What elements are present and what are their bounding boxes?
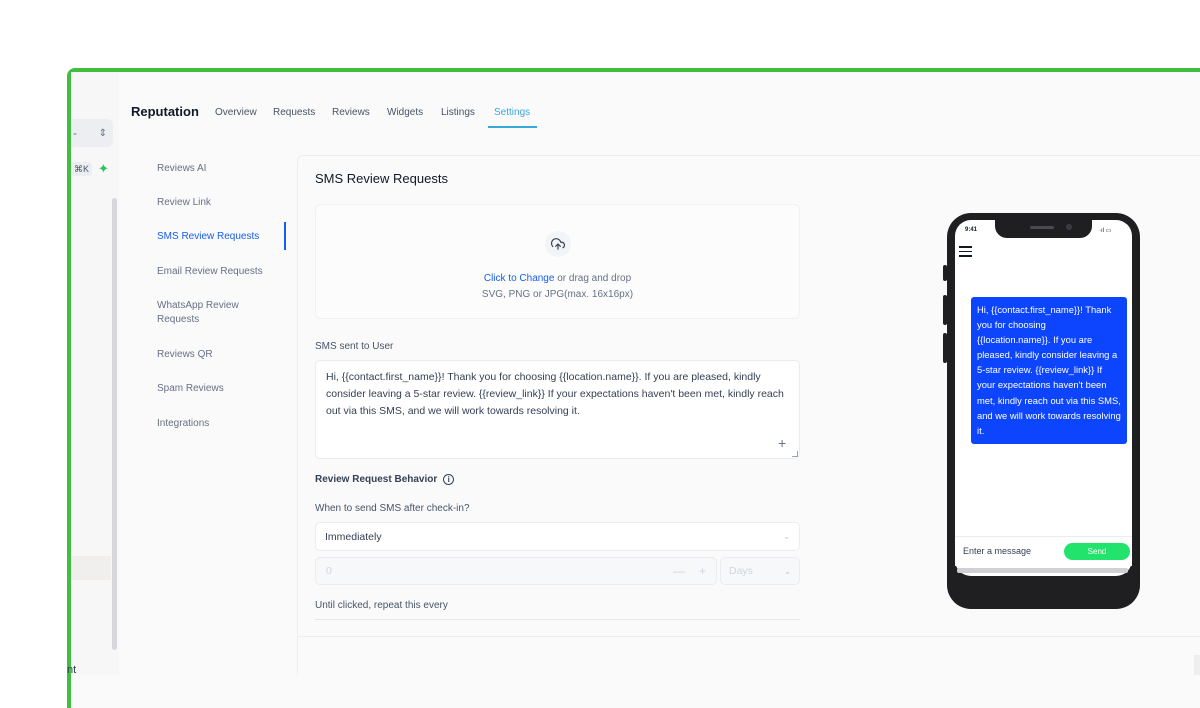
left-strip-scrollbar[interactable]: [112, 198, 117, 650]
increment-icon[interactable]: +: [699, 564, 706, 578]
review-behavior-heading: Review Request Behavior i: [315, 474, 455, 485]
tab-reviews[interactable]: Reviews: [332, 107, 370, 118]
left-strip-highlight: [71, 556, 111, 580]
sparkle-icon[interactable]: ✦: [98, 161, 109, 177]
send-button: Send: [1064, 543, 1130, 560]
add-variable-button[interactable]: +: [778, 435, 786, 451]
menu-icon: [959, 246, 972, 260]
phone-side-button: [943, 333, 947, 363]
repeat-label: Until clicked, repeat this every: [315, 600, 448, 611]
phone-scrollbar: [957, 568, 1128, 573]
review-behavior-heading-text: Review Request Behavior: [315, 474, 438, 485]
message-input-placeholder: Enter a message: [963, 546, 1032, 556]
sms-field-label: SMS sent to User: [315, 341, 394, 352]
phone-speaker: [1030, 226, 1054, 229]
upload-instructions: Click to Change or drag and drop: [315, 273, 800, 284]
tab-settings[interactable]: Settings: [494, 107, 530, 118]
tab-listings[interactable]: Listings: [441, 107, 475, 118]
delay-number-input[interactable]: 0 — +: [315, 557, 717, 585]
sidebar-item-reviews-ai[interactable]: Reviews AI: [157, 162, 277, 176]
signal-battery-icon: ·ıl ▭: [1099, 228, 1112, 234]
phone-side-button: [943, 295, 947, 325]
chevron-down-icon: ⌄: [784, 566, 791, 576]
status-time: 9:41: [965, 227, 978, 233]
updown-chevron-icon: ⇕: [98, 127, 107, 139]
chevron-down-icon: ⌄: [783, 532, 790, 541]
sidebar-item-integrations[interactable]: Integrations: [157, 417, 277, 431]
page-edge: [1194, 655, 1200, 675]
section-title: SMS Review Requests: [315, 171, 448, 186]
sms-preview-bubble: Hi, {{contact.first_name}}! Thank you fo…: [971, 297, 1127, 444]
panel-divider: [297, 636, 1200, 637]
sidebar-item-email-review-requests[interactable]: Email Review Requests: [157, 265, 277, 279]
decrement-icon[interactable]: —: [673, 564, 685, 578]
sidebar-item-reviews-qr[interactable]: Reviews QR: [157, 348, 277, 362]
plus-icon: +: [778, 435, 787, 451]
phone-camera: [1066, 224, 1072, 230]
upload-hint: SVG, PNG or JPG(max. 16x16px): [481, 289, 634, 300]
when-to-send-label: When to send SMS after check-in?: [315, 503, 470, 514]
active-tab-indicator: [488, 126, 537, 128]
sidebar-item-sms-review-requests[interactable]: SMS Review Requests: [157, 230, 277, 244]
upload-cloud-icon: [545, 231, 571, 257]
send-timing-value: Immediately: [325, 530, 382, 543]
location-switcher-value: -: [73, 126, 77, 140]
drag-drop-text: or drag and drop: [554, 273, 632, 284]
tab-widgets[interactable]: Widgets: [387, 107, 423, 118]
command-k-badge[interactable]: ⌘K: [71, 162, 93, 176]
tab-overview[interactable]: Overview: [215, 107, 257, 118]
send-timing-select[interactable]: Immediately ⌄: [315, 522, 800, 551]
sidebar-item-spam-reviews[interactable]: Spam Reviews: [157, 382, 277, 396]
delay-unit-select[interactable]: Days ⌄: [720, 557, 800, 585]
sidebar-item-whatsapp-review-requests[interactable]: WhatsApp Review Requests: [157, 299, 257, 327]
phone-side-button: [943, 265, 947, 281]
location-switcher[interactable]: - ⇕: [71, 119, 113, 147]
field-underline: [315, 619, 800, 620]
resize-handle[interactable]: [792, 451, 798, 457]
delay-unit-value: Days: [729, 565, 753, 577]
left-strip-bottom-label[interactable]: nt: [67, 664, 76, 676]
tab-requests[interactable]: Requests: [273, 107, 315, 118]
sms-message-textarea[interactable]: Hi, {{contact.first_name}}! Thank you fo…: [315, 360, 800, 459]
sidebar-item-review-link[interactable]: Review Link: [157, 196, 277, 210]
sidebar-active-indicator: [284, 222, 286, 250]
delay-number-value: 0: [326, 565, 332, 577]
image-upload-dropzone[interactable]: [315, 204, 800, 319]
click-to-change-link[interactable]: Click to Change: [484, 273, 555, 284]
page-title: Reputation: [131, 104, 199, 119]
info-icon[interactable]: i: [443, 474, 455, 485]
